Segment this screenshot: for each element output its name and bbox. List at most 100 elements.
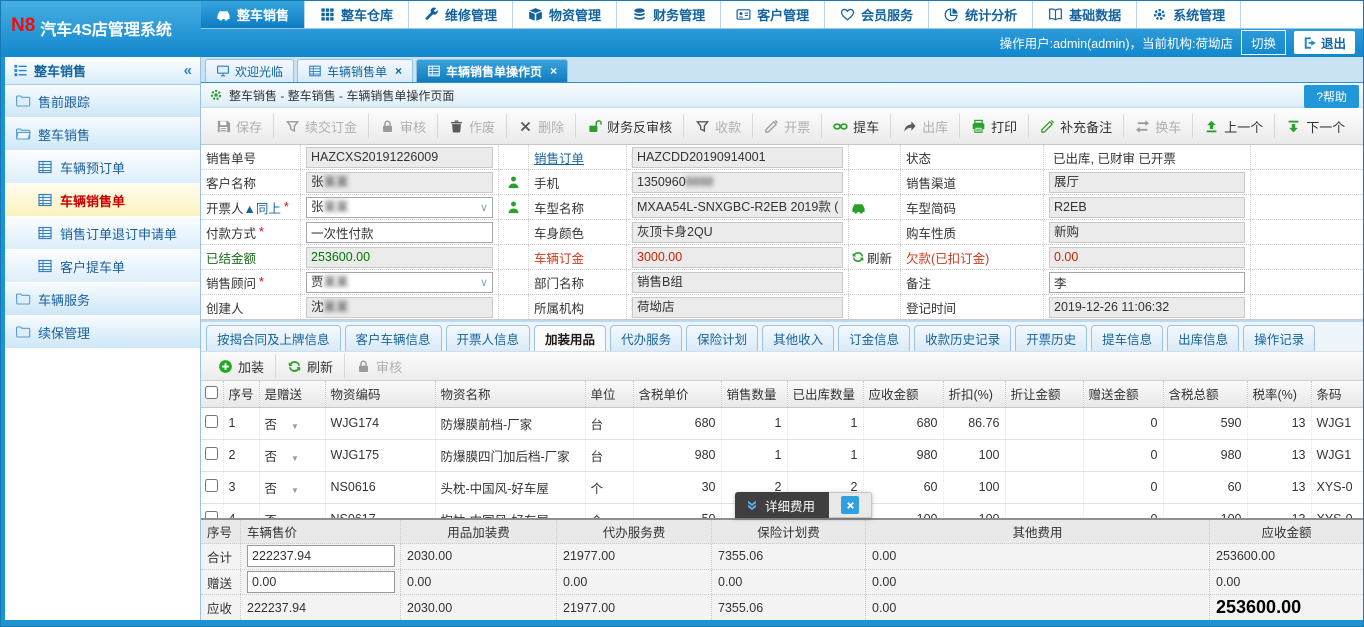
car-icon[interactable] [851, 200, 866, 215]
finance-unaudit-button[interactable]: 财务反审核 [576, 114, 684, 138]
nav-tab-finance[interactable]: 财务管理 [617, 1, 721, 28]
row-checkbox[interactable] [205, 447, 218, 460]
nav-tab-statistics[interactable]: 统计分析 [929, 1, 1033, 28]
detail-fees-toggle[interactable]: 详细费用 [735, 492, 829, 518]
audit-button[interactable]: 审核 [369, 114, 438, 138]
subtab-pickup-info[interactable]: 提车信息 [1091, 325, 1163, 351]
person-icon[interactable] [506, 200, 521, 215]
delete-button[interactable]: 删除 [507, 114, 576, 138]
arrow-down-icon [1286, 119, 1301, 134]
invoicer-select[interactable]: 张某某 [306, 197, 493, 218]
plus-circle-icon [218, 359, 233, 374]
row-checkbox[interactable] [205, 479, 218, 492]
sidebar-item-vehicle-service[interactable]: 车辆服务 [5, 283, 200, 316]
breadcrumb: 整车销售 - 整车销售 - 车辆销售单操作页面 ?帮助 [201, 83, 1363, 108]
close-icon[interactable] [841, 496, 859, 514]
subtab-mortgage-plate[interactable]: 按揭合同及上牌信息 [206, 325, 341, 351]
list-icon [13, 63, 28, 78]
sidebar-item-vehicle-sales-order[interactable]: 车辆销售单 [5, 184, 200, 217]
advisor-select[interactable]: 贾某某 [306, 272, 493, 293]
subtab-invoice-history[interactable]: 开票历史 [1015, 325, 1087, 351]
row-checkbox[interactable] [205, 511, 218, 518]
doc-icon [37, 258, 53, 274]
nav-tab-materials[interactable]: 物资管理 [513, 1, 617, 28]
creator-field: 沈某某 [306, 297, 493, 318]
subtab-payment-history[interactable]: 收款历史记录 [914, 325, 1011, 351]
chevron-down-icon: ▼ [291, 486, 299, 495]
nav-tab-customers[interactable]: 客户管理 [721, 1, 825, 28]
nav-tab-vehicle-sales[interactable]: 整车销售 [201, 1, 305, 28]
sidebar-item-presale-tracking[interactable]: 售前跟踪 [5, 85, 200, 118]
row-checkbox[interactable] [205, 415, 218, 428]
subtab-operation-log[interactable]: 操作记录 [1243, 325, 1315, 351]
grid-row-2[interactable]: 2 否▼ WJG175 防爆膜四门加后档-厂家 台 980 1 1 980 10… [201, 439, 1363, 471]
nav-tab-base-data[interactable]: 基础数据 [1033, 1, 1137, 28]
add-remark-button[interactable]: 补充备注 [1029, 114, 1124, 138]
content-tabs: 欢迎光临 车辆销售单 × 车辆销售单操作页 × [201, 57, 1363, 83]
refresh-button[interactable]: 刷新 [851, 248, 892, 267]
app-window: N8 汽车4S店管理系统 整车销售 整车仓库 维修管理 物资 [0, 0, 1364, 627]
user-info: 操作用户:admin(admin)，当前机构:荷坳店 [1000, 33, 1233, 52]
pickup-button[interactable]: 提车 [822, 114, 891, 138]
logout-button[interactable]: 退出 [1294, 31, 1355, 54]
sidebar-collapse-icon[interactable]: « [184, 63, 192, 78]
previous-record-button[interactable]: 上一个 [1193, 114, 1275, 138]
renew-deposit-button[interactable]: 续交订金 [274, 114, 369, 138]
gift-select[interactable]: 否▼ [259, 407, 325, 439]
close-icon[interactable]: × [550, 64, 557, 78]
subtab-deposit-info[interactable]: 订金信息 [838, 325, 910, 351]
sidebar-item-vehicle-preorder[interactable]: 车辆预订单 [5, 151, 200, 184]
same-as-above-link[interactable]: ▲同上 [244, 198, 281, 217]
subtab-invoicer-info[interactable]: 开票人信息 [446, 325, 531, 351]
tab-vehicle-sales-order[interactable]: 车辆销售单 × [297, 59, 413, 82]
vehicle-price-gift-input[interactable] [247, 571, 395, 593]
subtab-accessories[interactable]: 加装用品 [534, 325, 606, 351]
grid-refresh-button[interactable]: 刷新 [276, 354, 345, 378]
gift-select[interactable]: 否▼ [259, 471, 325, 503]
tab-welcome[interactable]: 欢迎光临 [205, 59, 294, 82]
invoice-button[interactable]: 开票 [753, 114, 822, 138]
select-all-checkbox[interactable] [205, 386, 218, 399]
grid-row-1[interactable]: 1 否▼ WJG174 防爆膜前档-厂家 台 680 1 1 680 86.76… [201, 407, 1363, 439]
app-title: 汽车4S店管理系统 [40, 16, 172, 40]
subtab-other-income[interactable]: 其他收入 [762, 325, 834, 351]
save-button[interactable]: 保存 [205, 114, 274, 138]
tab-vehicle-sales-order-edit[interactable]: 车辆销售单操作页 × [416, 59, 568, 82]
subtab-customer-vehicle[interactable]: 客户车辆信息 [345, 325, 442, 351]
sidebar-item-order-cancel-request[interactable]: 销售订单退订申请单 [5, 217, 200, 250]
print-button[interactable]: 打印 [960, 114, 1029, 138]
user-bar: 操作用户:admin(admin)，当前机构:荷坳店 切换 退出 [201, 29, 1363, 56]
field-label: 付款方式* [201, 220, 301, 244]
sidebar-item-customer-pickup[interactable]: 客户提车单 [5, 250, 200, 283]
vehicle-price-total-input[interactable] [247, 545, 395, 567]
nav-tab-repair[interactable]: 维修管理 [409, 1, 513, 28]
subtab-insurance-plan[interactable]: 保险计划 [686, 325, 758, 351]
nav-tab-members[interactable]: 会员服务 [825, 1, 929, 28]
sale-order-link[interactable]: 销售订单 [529, 145, 627, 169]
help-button[interactable]: ?帮助 [1304, 85, 1359, 108]
exit-icon [1303, 36, 1317, 50]
next-record-button[interactable]: 下一个 [1275, 114, 1356, 138]
remark-input[interactable] [1049, 272, 1245, 293]
close-icon[interactable]: × [395, 64, 402, 78]
sidebar-item-renewal-insurance[interactable]: 续保管理 [5, 316, 200, 349]
receive-payment-button[interactable]: 收款 [684, 114, 753, 138]
person-icon[interactable] [506, 175, 521, 190]
nav-tab-system[interactable]: 系统管理 [1137, 1, 1241, 28]
sidebar-item-vehicle-sales-group[interactable]: 整车销售 [5, 118, 200, 151]
subtab-outbound-info[interactable]: 出库信息 [1167, 325, 1239, 351]
swap-vehicle-button[interactable]: 换车 [1124, 114, 1193, 138]
grid-audit-button[interactable]: 审核 [345, 354, 413, 378]
add-accessory-button[interactable]: 加装 [207, 354, 276, 378]
gift-select[interactable]: 否▼ [259, 439, 325, 471]
subtab-agency-service[interactable]: 代办服务 [610, 325, 682, 351]
switch-org-button[interactable]: 切换 [1241, 30, 1286, 55]
gear-icon [209, 88, 223, 102]
field-label: 创建人 [201, 295, 301, 319]
void-button[interactable]: 作废 [438, 114, 507, 138]
outbound-button[interactable]: 出库 [891, 114, 960, 138]
gift-select[interactable]: 否▼ [259, 503, 325, 518]
payment-input[interactable] [306, 222, 493, 243]
book-icon [1048, 7, 1063, 22]
nav-tab-vehicle-warehouse[interactable]: 整车仓库 [305, 1, 409, 28]
